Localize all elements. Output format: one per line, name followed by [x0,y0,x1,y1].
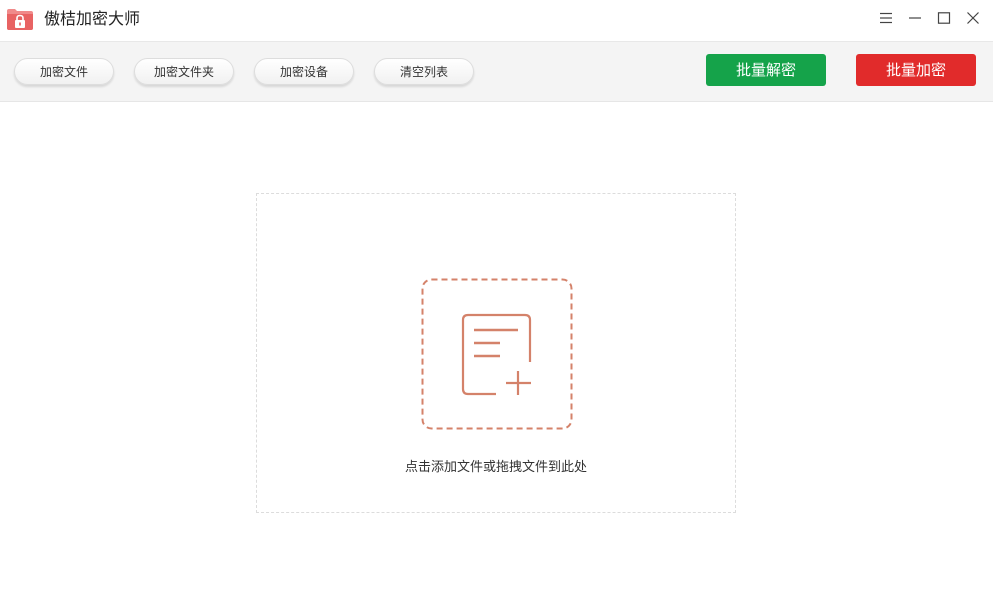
encrypt-folder-button[interactable]: 加密文件夹 [134,58,234,85]
app-title: 傲桔加密大师 [44,9,141,28]
batch-decrypt-button[interactable]: 批量解密 [706,54,826,86]
encrypt-device-button[interactable]: 加密设备 [254,58,354,85]
title-bar: 傲桔加密大师 [0,0,993,42]
clear-list-button[interactable]: 清空列表 [374,58,474,85]
batch-encrypt-button[interactable]: 批量加密 [856,54,976,86]
drop-hint-text: 点击添加文件或拖拽文件到此处 [404,460,587,475]
file-drop-zone[interactable]: 点击添加文件或拖拽文件到此处 [256,193,736,513]
encrypt-file-button[interactable]: 加密文件 [14,58,114,85]
add-file-icon[interactable] [421,278,573,430]
maximize-icon[interactable] [935,9,953,27]
hamburger-menu-icon[interactable] [877,9,895,27]
close-icon[interactable] [964,9,982,27]
toolbar: 加密文件 加密文件夹 加密设备 清空列表 批量解密 批量加密 [0,42,993,102]
app-window: 傲桔加密大师 加密文件 加密文件夹 加密设备 清空列表 批量解密 批量加密 点击… [0,0,993,602]
lock-folder-icon [7,9,33,30]
minimize-icon[interactable] [906,9,924,27]
